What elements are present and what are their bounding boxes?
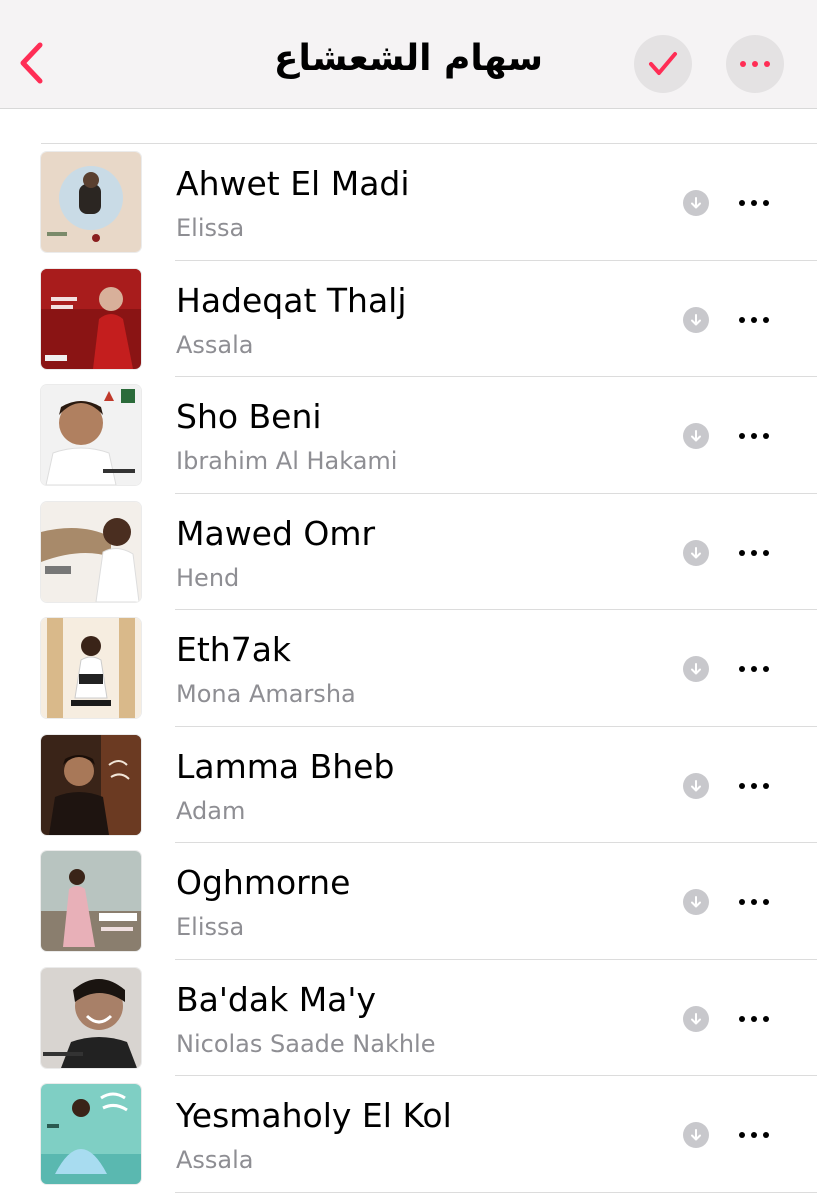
- song-title: Eth7ak: [176, 630, 292, 669]
- album-art: [41, 734, 141, 835]
- song-artist: Nicolas Saade Nakhle: [176, 1029, 436, 1058]
- download-button[interactable]: [683, 423, 709, 449]
- song-artist: Hend: [176, 563, 240, 592]
- row-divider: [175, 1191, 817, 1193]
- album-art: [41, 1084, 141, 1184]
- album-art: [41, 268, 141, 369]
- checkmark-icon: [649, 52, 677, 75]
- album-art: [41, 967, 141, 1068]
- song-row[interactable]: Eth7ak Mona Amarsha: [0, 610, 817, 727]
- album-art: [41, 851, 141, 951]
- song-more-button[interactable]: [732, 652, 776, 686]
- song-artist: Elissa: [176, 913, 245, 941]
- ellipsis-icon: [739, 433, 769, 439]
- download-button[interactable]: [683, 1122, 709, 1148]
- song-more-button[interactable]: [732, 1002, 776, 1036]
- song-title: Mawed Omr: [176, 513, 376, 553]
- ellipsis-icon: [740, 61, 770, 67]
- song-more-button[interactable]: [732, 536, 776, 570]
- download-arrow-icon: [691, 663, 701, 675]
- navigation-bar: سهام الشعشاع: [0, 0, 817, 109]
- download-button[interactable]: [683, 306, 709, 333]
- album-art: [41, 152, 141, 252]
- album-art: [41, 385, 141, 485]
- song-row[interactable]: Ahwet El Madi Elissa: [0, 144, 817, 261]
- ellipsis-icon: [739, 666, 769, 672]
- song-row[interactable]: Ba'dak Ma'y Nicolas Saade Nakhle: [0, 960, 817, 1076]
- download-button[interactable]: [683, 1005, 709, 1032]
- song-title: Sho Beni: [176, 397, 322, 436]
- song-artist: Assala: [176, 1146, 254, 1174]
- download-arrow-icon: [691, 1129, 701, 1141]
- song-title: Ba'dak Ma'y: [176, 979, 376, 1019]
- download-arrow-icon: [691, 197, 701, 209]
- song-title: Lamma Bheb: [176, 746, 395, 786]
- ellipsis-icon: [739, 1132, 769, 1138]
- song-row[interactable]: Lamma Bheb Adam: [0, 727, 817, 843]
- download-button[interactable]: [683, 772, 709, 799]
- download-arrow-icon: [691, 1012, 701, 1024]
- song-more-button[interactable]: [732, 186, 776, 220]
- download-button[interactable]: [683, 889, 709, 915]
- page-title: سهام الشعشاع: [273, 38, 544, 79]
- song-list: Ahwet El Madi Elissa Hadeqat Thalj Assal…: [0, 144, 817, 1193]
- song-more-button[interactable]: [732, 885, 776, 919]
- download-arrow-icon: [691, 313, 701, 325]
- song-artist: Elissa: [176, 214, 245, 242]
- ellipsis-icon: [739, 782, 769, 789]
- ellipsis-icon: [739, 549, 769, 556]
- song-title: Ahwet El Madi: [176, 164, 410, 203]
- download-button[interactable]: [683, 539, 709, 566]
- song-title: Yesmaholy El Kol: [176, 1096, 452, 1135]
- ellipsis-icon: [739, 316, 769, 323]
- chevron-left-icon: [20, 42, 43, 84]
- song-title: Oghmorne: [176, 863, 351, 902]
- download-arrow-icon: [691, 896, 701, 908]
- ellipsis-icon: [739, 200, 769, 206]
- album-art: [41, 501, 141, 602]
- song-row[interactable]: Sho Beni Ibrahim Al Hakami: [0, 377, 817, 494]
- album-art: [41, 618, 141, 718]
- song-artist: Ibrahim Al Hakami: [176, 447, 398, 475]
- song-more-button[interactable]: [732, 303, 776, 337]
- ellipsis-icon: [739, 899, 769, 905]
- song-title: Hadeqat Thalj: [176, 280, 407, 320]
- song-row[interactable]: Yesmaholy El Kol Assala: [0, 1076, 817, 1193]
- ellipsis-icon: [739, 1015, 769, 1022]
- song-artist: Mona Amarsha: [176, 680, 356, 708]
- song-row[interactable]: Mawed Omr Hend: [0, 494, 817, 610]
- song-row[interactable]: Oghmorne Elissa: [0, 843, 817, 960]
- song-more-button[interactable]: [732, 1118, 776, 1152]
- song-row[interactable]: Hadeqat Thalj Assala: [0, 261, 817, 377]
- download-button[interactable]: [683, 190, 709, 216]
- back-button[interactable]: [14, 40, 48, 86]
- download-arrow-icon: [691, 430, 701, 442]
- download-button[interactable]: [683, 656, 709, 682]
- song-more-button[interactable]: [732, 419, 776, 453]
- more-options-button[interactable]: [726, 35, 784, 93]
- song-more-button[interactable]: [732, 769, 776, 803]
- download-arrow-icon: [691, 546, 701, 558]
- download-arrow-icon: [691, 779, 701, 791]
- song-artist: Adam: [176, 796, 246, 825]
- select-button[interactable]: [634, 35, 692, 93]
- song-artist: Assala: [176, 330, 254, 359]
